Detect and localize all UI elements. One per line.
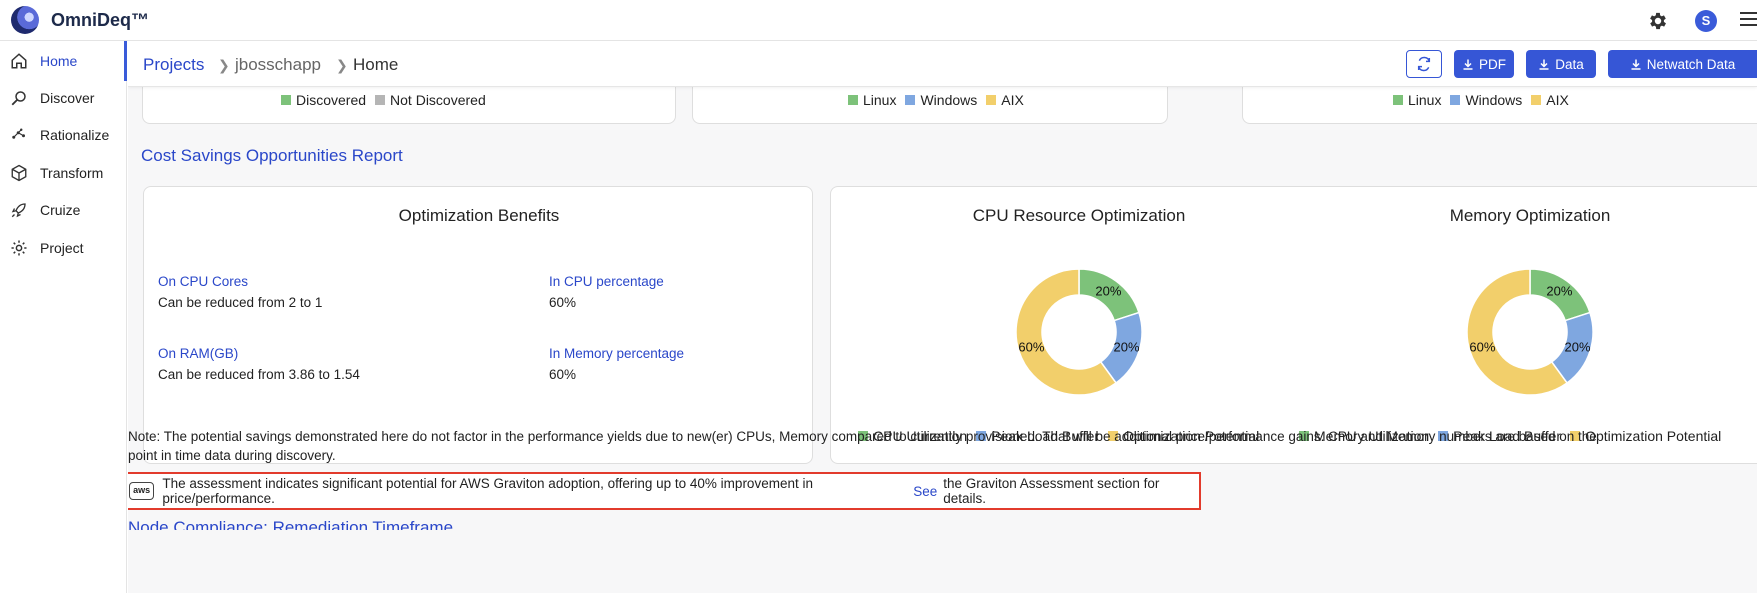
chevron-right-icon: ❯ [218, 57, 230, 73]
banner-text: The assessment indicates significant pot… [162, 476, 813, 506]
sidebar-item-transform[interactable]: Transform [0, 153, 127, 193]
legend-swatch [1531, 95, 1542, 105]
home-icon [8, 50, 30, 72]
gear-icon [8, 237, 30, 259]
donut-data-label: 20% [1565, 339, 1591, 354]
chart-legend: Linux Windows AIX [1393, 92, 1569, 108]
cpu-percentage-label: In CPU percentage [549, 274, 664, 289]
sidebar-item-label: Cruize [40, 202, 81, 218]
netwatch-data-button[interactable]: Netwatch Data [1608, 50, 1757, 78]
legend-label: Discovered [296, 92, 367, 108]
memory-percentage-value: 60% [549, 367, 577, 382]
sidebar-item-project[interactable]: Project [0, 228, 127, 268]
pdf-button-label: PDF [1479, 56, 1506, 72]
aws-logo-icon: aws [129, 482, 155, 500]
chart-legend: Linux Windows AIX [848, 92, 1024, 108]
optimization-benefits-card: Optimization Benefits On CPU Cores Can b… [143, 186, 813, 464]
netwatch-data-button-label: Netwatch Data [1646, 56, 1736, 72]
cube-icon [8, 162, 30, 184]
legend-swatch [986, 95, 997, 105]
aws-graviton-banner: aws The assessment indicates significant… [128, 472, 1201, 510]
sidebar-item-cruize[interactable]: Cruize [0, 190, 127, 230]
legend-swatch [375, 95, 386, 105]
legend-label: Linux [1408, 92, 1442, 108]
chart-legend: Discovered Not Discovered [281, 92, 486, 108]
card-title: Optimization Benefits [398, 206, 560, 225]
breadcrumb-current: Home [353, 55, 399, 74]
ram-value: Can be reduced from 3.86 to 1.54 [158, 367, 360, 382]
data-button[interactable]: Data [1526, 50, 1596, 78]
sidebar-item-home[interactable]: Home [0, 41, 127, 81]
download-icon [1631, 59, 1641, 70]
settings-gear-icon[interactable] [1647, 10, 1669, 32]
cpu-cores-value: Can be reduced from 2 to 1 [158, 295, 323, 310]
pdf-button[interactable]: PDF [1454, 50, 1514, 78]
breadcrumb-bar: Projects ❯ jbosschapp ❯ Home PDF Data Ne… [128, 41, 1757, 87]
cpu-chart-title: CPU Resource Optimization [972, 206, 1186, 225]
top-bar: OmniDeq™ S [0, 0, 1757, 41]
refresh-icon [1417, 56, 1431, 72]
section-title: Cost Savings Opportunities Report [141, 146, 403, 165]
memory-chart-title: Memory Optimization [1449, 206, 1611, 225]
download-icon [1463, 59, 1473, 70]
refresh-button[interactable] [1406, 50, 1442, 78]
cpu-percentage-value: 60% [549, 295, 577, 310]
legend-label: Windows [1465, 92, 1523, 108]
app-title[interactable]: OmniDeq™ [51, 10, 149, 31]
main-content: Projects ❯ jbosschapp ❯ Home PDF Data Ne… [128, 41, 1757, 593]
legend-swatch [848, 95, 858, 105]
memory-donut-chart: 20% 20% 60% [1466, 268, 1594, 396]
legend-swatch [281, 95, 291, 105]
sidebar-item-label: Discover [40, 90, 95, 106]
legend-label: AIX [1546, 92, 1569, 108]
sidebar-item-label: Home [40, 53, 78, 69]
sidebar-item-rationalize[interactable]: Rationalize [0, 115, 127, 155]
hamburger-menu-icon[interactable] [1740, 12, 1757, 28]
banner-text-after: the Graviton Assessment section for deta… [943, 476, 1160, 506]
sidebar-item-label: Rationalize [40, 127, 110, 143]
donut-data-label: 20% [1095, 284, 1121, 299]
ram-label: On RAM(GB) [158, 346, 239, 361]
download-icon [1539, 59, 1549, 70]
data-button-label: Data [1555, 56, 1584, 72]
memory-percentage-label: In Memory percentage [549, 346, 685, 361]
sidebar-item-label: Project [40, 240, 84, 256]
next-section-title: Node Compliance: Remediation Timeframe [128, 518, 454, 530]
sidebar-item-discover[interactable]: Discover [0, 78, 127, 118]
discover-icon [8, 87, 30, 109]
resource-optimization-card: CPU Resource Optimization Memory Optimiz… [830, 186, 1757, 464]
rationalize-icon [8, 124, 30, 146]
sidebar-item-label: Transform [40, 165, 104, 181]
rocket-icon [8, 199, 30, 221]
legend-swatch [905, 95, 916, 105]
sidebar: Home Discover Rationalize Transform Crui… [0, 41, 127, 593]
legend-label: Linux [863, 92, 897, 108]
legend-label: AIX [1001, 92, 1024, 108]
legend-swatch [1450, 95, 1461, 105]
cpu-donut-chart: 20% 20% 60% [1015, 268, 1143, 396]
user-avatar[interactable]: S [1695, 10, 1717, 32]
savings-note: Note: The potential savings demonstrated… [128, 429, 1597, 463]
donut-data-label: 60% [1469, 339, 1495, 354]
cpu-cores-label: On CPU Cores [158, 274, 249, 289]
logo-icon[interactable] [11, 6, 39, 34]
breadcrumb-projects[interactable]: Projects [143, 55, 204, 75]
see-link[interactable]: See [913, 484, 937, 499]
legend-label: Not Discovered [390, 92, 486, 108]
legend-swatch [1393, 95, 1403, 105]
chevron-right-icon: ❯ [336, 57, 348, 73]
breadcrumb-project[interactable]: jbosschapp [235, 55, 321, 75]
legend-label: Windows [920, 92, 978, 108]
donut-data-label: 20% [1546, 284, 1572, 299]
donut-data-label: 60% [1018, 339, 1044, 354]
donut-data-label: 20% [1114, 339, 1140, 354]
